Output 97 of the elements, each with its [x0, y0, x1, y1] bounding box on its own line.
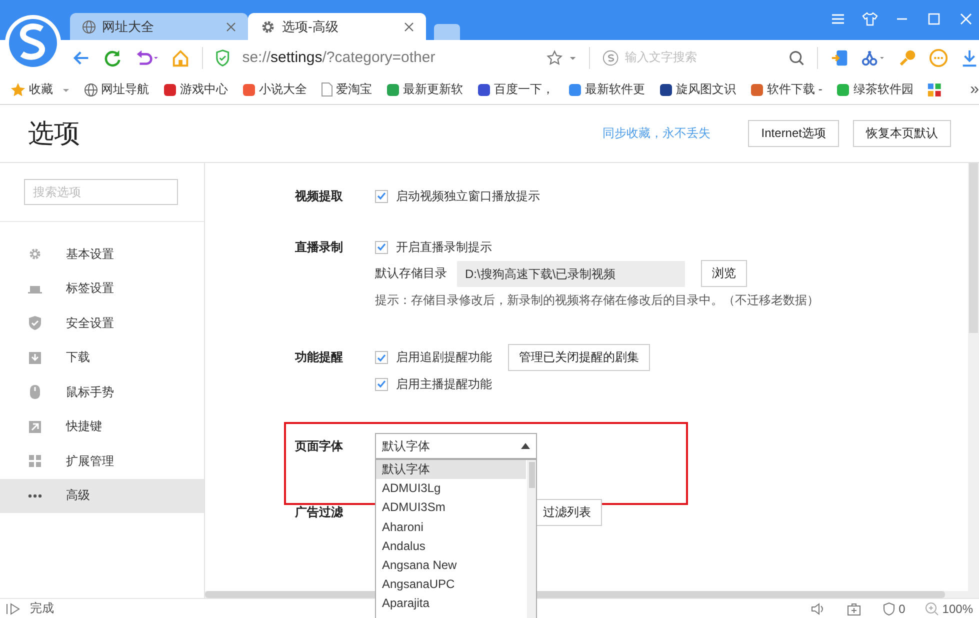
sidebar-item[interactable]: 下载: [0, 340, 204, 375]
close-icon[interactable]: [404, 22, 414, 32]
status-text: 完成: [30, 600, 54, 617]
scrollbar-thumb[interactable]: [529, 462, 535, 488]
bookmark-link[interactable]: 旋风图文识: [659, 81, 736, 98]
browser-tab[interactable]: 网址大全: [70, 13, 248, 40]
bookmark-link[interactable]: 百度一下，: [477, 81, 554, 98]
search-icon[interactable]: [788, 48, 805, 66]
gear-icon: [260, 18, 276, 34]
section-label: 功能提醒: [295, 349, 344, 366]
dropdown-option[interactable]: 默认字体: [376, 460, 526, 480]
star-icon: [10, 82, 26, 98]
section-label: 视频提取: [295, 188, 344, 205]
dropdown-option[interactable]: ADMUI3Lg: [376, 479, 526, 498]
check-icon: [377, 354, 386, 362]
home-icon[interactable]: [170, 48, 190, 68]
zoom-icon[interactable]: [925, 602, 940, 616]
checkbox[interactable]: [375, 190, 388, 202]
sidebar-item[interactable]: 高级: [0, 478, 204, 513]
header-button[interactable]: Internet选项: [748, 120, 839, 147]
download-icon: [27, 350, 43, 366]
mouse-icon: [27, 384, 43, 400]
grid-icon[interactable]: [927, 82, 942, 98]
bookmark-link[interactable]: 游戏中心: [163, 81, 228, 98]
undo-icon[interactable]: [134, 48, 159, 68]
panel-toggle-icon[interactable]: [6, 602, 22, 616]
address-field[interactable]: se://settings/?category=other: [242, 49, 528, 66]
checkbox[interactable]: [375, 351, 388, 364]
header-button[interactable]: 恢复本页默认: [853, 120, 951, 147]
speaker-icon[interactable]: [810, 602, 826, 616]
browser-tab[interactable]: 选项-高级: [248, 13, 426, 40]
checkbox-label: 启动视频独立窗口播放提示: [396, 188, 540, 204]
adblock-shield-icon[interactable]: [882, 602, 896, 616]
directory-field[interactable]: D:\搜狗高速下载\已录制视频: [457, 260, 685, 286]
shirt-icon[interactable]: [861, 10, 879, 28]
site-icon: [386, 82, 400, 96]
site-icon: [163, 82, 177, 96]
site-icon: [568, 82, 582, 96]
site-icon: [750, 82, 764, 96]
grid-icon: [27, 453, 43, 470]
site-icon: [659, 82, 673, 96]
checkbox[interactable]: [375, 378, 388, 390]
dropdown-option[interactable]: Angsana New: [376, 556, 526, 576]
manage-button[interactable]: 管理已关闭提醒的剧集: [508, 344, 650, 371]
dropdown-option[interactable]: Aparajita: [376, 594, 526, 614]
search-engine-icon[interactable]: [602, 48, 620, 66]
document-icon: [321, 82, 333, 97]
bookmark-link[interactable]: 绿茶软件园: [836, 81, 914, 98]
sidebar-item[interactable]: 快捷键: [0, 410, 204, 444]
dropdown-option[interactable]: AngsanaUPC: [376, 575, 526, 594]
scrollbar-thumb[interactable]: [969, 163, 978, 333]
bookmark-link[interactable]: 软件下载 -: [750, 81, 822, 98]
sidebar-item[interactable]: 鼠标手势: [0, 375, 204, 410]
section-label: 页面字体: [295, 438, 344, 455]
dropdown-option[interactable]: Andalus: [376, 536, 526, 556]
zoom-level: 100%: [942, 602, 973, 616]
bookmark-link[interactable]: 收藏: [10, 81, 70, 98]
shield-icon: [214, 48, 230, 66]
adblock-count: 0: [898, 602, 906, 616]
globe-icon: [82, 20, 96, 34]
hint-text: 提示：存储目录修改后，新录制的视频将存储在修改后的目录中。（不迁移老数据）: [375, 292, 819, 308]
checkbox-label: 启用主播提醒功能: [396, 376, 492, 392]
bookmark-link[interactable]: 小说大全: [242, 81, 307, 98]
bookmark-link[interactable]: 最新更新软: [386, 81, 463, 98]
more-icon: [28, 494, 42, 498]
site-icon: [477, 82, 491, 96]
more-bookmarks-button[interactable]: »: [970, 80, 979, 98]
sidebar-item[interactable]: 安全设置: [0, 306, 204, 340]
close-icon[interactable]: [226, 22, 236, 32]
bookmark-link[interactable]: 爱淘宝: [321, 81, 372, 98]
sidebar-item[interactable]: 基本设置: [0, 237, 204, 272]
bookmark-link[interactable]: 最新软件更: [568, 81, 645, 98]
check-icon: [377, 192, 386, 200]
toolbox-icon[interactable]: [846, 602, 862, 616]
shortcut-icon: [27, 418, 43, 435]
search-field[interactable]: 搜索选项: [24, 179, 178, 205]
globe-icon: [84, 82, 98, 96]
checkbox-label: 开启直播录制提示: [396, 238, 492, 256]
site-icon: [242, 82, 256, 96]
bookmark-link[interactable]: 网址导航: [84, 81, 149, 98]
sidebar-item[interactable]: 扩展管理: [0, 444, 204, 478]
checkbox-label: 启用追剧提醒功能: [396, 349, 492, 366]
caret-up-icon: [521, 443, 530, 449]
browse-button[interactable]: 浏览: [701, 260, 747, 287]
shield-icon: [27, 315, 43, 332]
sidebar-item[interactable]: 标签设置: [0, 272, 204, 306]
section-label: 直播录制: [295, 239, 344, 256]
star-icon[interactable]: [546, 48, 564, 66]
check-icon: [377, 243, 386, 251]
check-icon: [377, 380, 386, 388]
checkbox[interactable]: [375, 240, 388, 254]
key-icon[interactable]: [898, 48, 917, 68]
section-label: 广告过滤: [295, 504, 344, 521]
page-title: 选项: [28, 117, 81, 150]
field-label: 默认存储目录: [375, 265, 447, 282]
more-icon[interactable]: [928, 48, 948, 68]
site-icon: [836, 82, 850, 96]
